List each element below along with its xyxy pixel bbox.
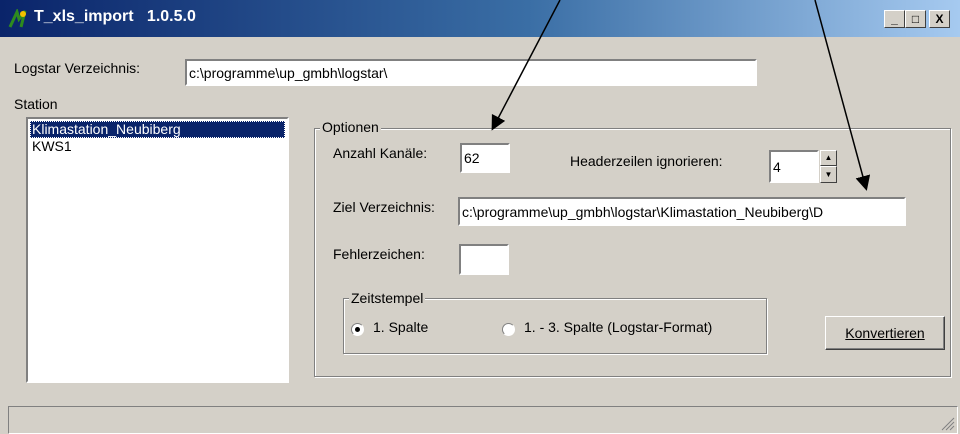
resize-grip-icon[interactable] bbox=[938, 414, 956, 432]
ziel-verzeichnis-input[interactable] bbox=[460, 199, 904, 224]
maximize-button[interactable]: □ bbox=[905, 10, 926, 28]
radio-selected-dot bbox=[355, 327, 360, 332]
window-title: T_xls_import 1.0.5.0 bbox=[34, 8, 196, 25]
anzahl-kanaele-input[interactable] bbox=[462, 145, 508, 171]
station-label: Station bbox=[14, 96, 58, 112]
minimize-button[interactable]: _ bbox=[884, 10, 905, 28]
radio-1-spalte[interactable] bbox=[351, 323, 364, 336]
header-field-box bbox=[769, 150, 819, 183]
title-bar[interactable]: T_xls_import 1.0.5.0 _ □ X bbox=[0, 0, 960, 37]
spin-down-button[interactable]: ▼ bbox=[820, 166, 837, 183]
logstar-directory-input[interactable] bbox=[187, 61, 755, 84]
application-window: T_xls_import 1.0.5.0 _ □ X Logstar Verze… bbox=[0, 0, 960, 434]
header-label: Headerzeilen ignorieren: bbox=[570, 153, 723, 169]
close-button[interactable]: X bbox=[929, 10, 950, 28]
headerzeilen-input[interactable] bbox=[771, 152, 817, 181]
logstar-label: Logstar Verzeichnis: bbox=[14, 60, 141, 76]
station-item-klimastation[interactable]: Klimastation_Neubiberg bbox=[30, 121, 285, 138]
logstar-field-box bbox=[185, 59, 757, 86]
zeitstempel-group-title: Zeitstempel bbox=[349, 290, 426, 306]
radio-1-spalte-label[interactable]: 1. Spalte bbox=[373, 319, 428, 335]
fehler-label: Fehlerzeichen: bbox=[333, 246, 425, 262]
fehlerzeichen-input[interactable] bbox=[461, 246, 507, 273]
ziel-label: Ziel Verzeichnis: bbox=[333, 199, 435, 215]
konvertieren-label: Konvertieren bbox=[845, 325, 925, 341]
radio-1-3-spalte[interactable] bbox=[502, 323, 515, 336]
fehler-field-box bbox=[459, 244, 509, 275]
konvertieren-button[interactable]: Konvertieren bbox=[825, 316, 945, 350]
options-group-title: Optionen bbox=[320, 119, 381, 135]
station-listbox[interactable]: Klimastation_Neubiberg KWS1 bbox=[26, 117, 289, 383]
spin-up-button[interactable]: ▲ bbox=[820, 150, 837, 166]
station-item-kws1[interactable]: KWS1 bbox=[30, 138, 285, 155]
anzahl-label: Anzahl Kanäle: bbox=[333, 145, 428, 161]
radio-1-3-spalte-label[interactable]: 1. - 3. Spalte (Logstar-Format) bbox=[524, 319, 712, 335]
ziel-field-box bbox=[458, 197, 906, 226]
status-bar bbox=[8, 406, 958, 434]
anzahl-field-box bbox=[460, 143, 510, 173]
app-icon bbox=[8, 9, 27, 28]
